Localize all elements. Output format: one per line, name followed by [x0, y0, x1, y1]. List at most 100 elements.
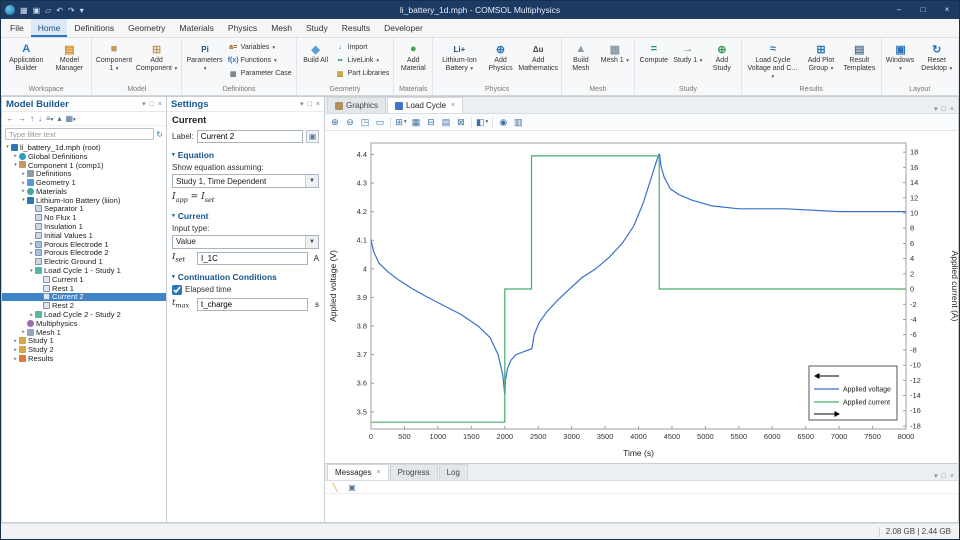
parameters-button[interactable]: PiParameters ▾	[184, 39, 225, 73]
tree-item-materials[interactable]: ▸Materials	[2, 187, 166, 196]
menu-developer[interactable]: Developer	[377, 19, 430, 37]
tree-item-separator-1[interactable]: Separator 1	[2, 205, 166, 214]
nav-back-icon[interactable]: ←	[6, 114, 14, 123]
tree-item-load-cycle-1-study-1[interactable]: ▾Load Cycle 1 - Study 1	[2, 266, 166, 275]
close-panel-icon[interactable]: ×	[950, 106, 954, 113]
menu-mesh[interactable]: Mesh	[264, 19, 299, 37]
equation-section-header[interactable]: ▾ Equation	[172, 150, 319, 160]
add-plot-group-button[interactable]: ⊞Add Plot Group ▾	[802, 39, 840, 73]
show-options-icon[interactable]: ≡▾	[46, 114, 53, 123]
tree-item-current-1[interactable]: Current 1	[2, 275, 166, 284]
load-cycle-plot[interactable]: 0500100015002000250030003500400045005000…	[325, 131, 958, 463]
menu-materials[interactable]: Materials	[172, 19, 220, 37]
close-panel-icon[interactable]: ×	[316, 101, 320, 108]
messages-tab-log[interactable]: Log	[439, 464, 468, 480]
menu-home[interactable]: Home	[31, 19, 68, 37]
lithium-ion-battery-button[interactable]: Li+Lithium-Ion Battery ▾	[435, 39, 483, 73]
equation-assumption-select[interactable]: Study 1, Time Dependent ▼	[172, 174, 319, 188]
scene-color-icon[interactable]: ◧▾	[475, 115, 489, 129]
tree-item-study-1[interactable]: ▸Study 1	[2, 337, 166, 346]
compute-button[interactable]: =Compute	[637, 39, 671, 65]
nav-forward-icon[interactable]: →	[18, 114, 26, 123]
panel-menu-icon[interactable]: ▾	[142, 100, 146, 108]
collapse-arrow-icon[interactable]: ▾	[20, 197, 27, 203]
tree-item-electric-ground-1[interactable]: Electric Ground 1	[2, 257, 166, 266]
maximize-button[interactable]: □	[911, 1, 935, 19]
image-snapshot-icon[interactable]: ◉	[496, 115, 510, 129]
zoom-extents-icon[interactable]: ◳	[358, 115, 372, 129]
study-1-button[interactable]: →Study 1 ▾	[671, 39, 705, 65]
tree-item-lithium-ion-battery-liion[interactable]: ▾Lithium-Ion Battery (liion)	[2, 196, 166, 205]
copy-text-icon[interactable]: ▣	[346, 481, 358, 493]
tree-item-no-flux-1[interactable]: No Flux 1	[2, 213, 166, 222]
collapse-arrow-icon[interactable]: ▾	[28, 268, 35, 274]
close-panel-icon[interactable]: ×	[950, 473, 954, 480]
tree-item-current-2[interactable]: Current 2	[2, 293, 166, 302]
model-manager-button[interactable]: ▤Model Manager	[50, 39, 90, 73]
add-material-button[interactable]: ●Add Material	[396, 39, 430, 73]
menu-file[interactable]: File	[3, 19, 31, 37]
tree-item-load-cycle-2-study-2[interactable]: ▸Load Cycle 2 - Study 2	[2, 310, 166, 319]
menu-study[interactable]: Study	[299, 19, 335, 37]
show-desktop-icon[interactable]: ▦	[18, 6, 30, 15]
tree-item-rest-1[interactable]: Rest 1	[2, 284, 166, 293]
variables-button[interactable]: a=Variables▾	[226, 41, 294, 54]
tree-item-geometry-1[interactable]: ▸Geometry 1	[2, 178, 166, 187]
zoom-out-icon[interactable]: ⊖	[343, 115, 357, 129]
tree-item-mesh-1[interactable]: ▸Mesh 1	[2, 328, 166, 337]
tree-item-study-2[interactable]: ▸Study 2	[2, 345, 166, 354]
expand-arrow-icon[interactable]: ▸	[20, 188, 27, 194]
expand-arrow-icon[interactable]: ▸	[12, 153, 19, 159]
add-mathematics-button[interactable]: ΔuAdd Mathematics	[518, 39, 559, 73]
livelink-button[interactable]: ∞LiveLink▾	[333, 54, 392, 67]
result-templates-button[interactable]: ▤Result Templates	[840, 39, 878, 73]
messages-tab-messages[interactable]: Messages×	[327, 464, 389, 480]
collapse-all-icon[interactable]: ▴	[57, 114, 61, 123]
expand-arrow-icon[interactable]: ▸	[28, 241, 35, 247]
expand-arrow-icon[interactable]: ▸	[28, 312, 35, 318]
float-panel-icon[interactable]: □	[942, 473, 946, 480]
chevron-down-icon[interactable]: ▼	[305, 175, 318, 187]
tree-item-porous-electrode-2[interactable]: ▸Porous Electrode 2	[2, 249, 166, 258]
zoom-in-icon[interactable]: ⊕	[328, 115, 342, 129]
model-tree-options-icon[interactable]: ▦▾	[65, 114, 75, 123]
current-section-header[interactable]: ▾ Current	[172, 211, 319, 221]
graphics-tab-load-cycle[interactable]: Load Cycle×	[387, 97, 463, 113]
collapse-arrow-icon[interactable]: ▾	[12, 162, 19, 168]
panel-menu-icon[interactable]: ▾	[300, 100, 304, 108]
minimize-button[interactable]: –	[887, 1, 911, 19]
functions-button[interactable]: f(x)Functions▾	[226, 54, 294, 67]
plot-in-new-window-icon[interactable]: ⊞▾	[394, 115, 408, 129]
menu-geometry[interactable]: Geometry	[121, 19, 172, 37]
show-axes-icon[interactable]: ⊟	[424, 115, 438, 129]
component-1-button[interactable]: ■Component 1 ▾	[94, 39, 133, 73]
input-type-select[interactable]: Value ▼	[172, 235, 319, 249]
chevron-down-icon[interactable]: ▼	[305, 236, 318, 248]
tree-item-rest-2[interactable]: Rest 2	[2, 301, 166, 310]
print-icon[interactable]: ▥	[511, 115, 525, 129]
build-all-button[interactable]: ◆Build All	[299, 39, 333, 65]
float-panel-icon[interactable]: □	[150, 101, 154, 108]
show-grid-icon[interactable]: ▦	[409, 115, 423, 129]
tmax-input[interactable]	[197, 298, 308, 311]
messages-tab-progress[interactable]: Progress	[390, 464, 438, 480]
move-down-icon[interactable]: ↓	[38, 114, 42, 123]
expand-arrow-icon[interactable]: ▸	[28, 250, 35, 256]
tree-item-global-definitions[interactable]: ▸Global Definitions	[2, 152, 166, 161]
windows-button[interactable]: ▣Windows ▾	[884, 39, 918, 73]
tree-item-results[interactable]: ▸Results	[2, 354, 166, 363]
filter-input[interactable]	[5, 128, 154, 140]
collapse-arrow-icon[interactable]: ▾	[4, 144, 11, 150]
graphics-tab-graphics[interactable]: Graphics	[327, 97, 386, 113]
open-icon[interactable]: ▱	[43, 6, 53, 15]
float-panel-icon[interactable]: □	[308, 101, 312, 108]
expand-arrow-icon[interactable]: ▸	[12, 356, 19, 362]
clear-log-icon[interactable]: ╲	[329, 481, 341, 493]
reset-desktop-button[interactable]: ↻Reset Desktop ▾	[918, 39, 956, 73]
create-tag-button[interactable]: ▣	[306, 130, 319, 143]
zoom-box-icon[interactable]: ▭	[373, 115, 387, 129]
tree-item-insulation-1[interactable]: Insulation 1	[2, 222, 166, 231]
float-panel-icon[interactable]: □	[942, 106, 946, 113]
move-up-icon[interactable]: ↑	[30, 114, 34, 123]
add-study-button[interactable]: ⊕Add Study	[705, 39, 739, 73]
